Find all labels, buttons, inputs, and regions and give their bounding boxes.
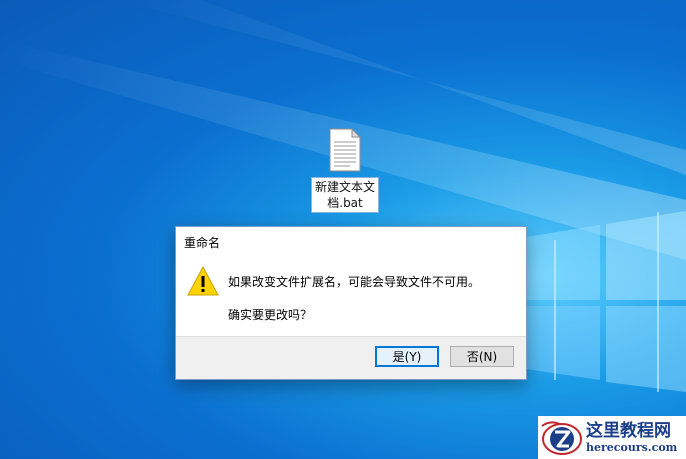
rename-dialog: 重命名 如果改变文件扩展名，可能会导致文件不可用。 确实要更改吗？ 是(Y) 否… xyxy=(175,226,527,380)
no-button[interactable]: 否(N) xyxy=(450,346,514,367)
site-logo-icon xyxy=(541,420,582,455)
text-file-icon xyxy=(329,128,362,172)
warning-icon xyxy=(187,265,219,296)
watermark-title: 这里教程网 xyxy=(586,420,671,441)
file-name-edit-field[interactable]: 新建文本文档.bat xyxy=(311,177,379,213)
dialog-question: 确实要更改吗？ xyxy=(228,308,313,322)
yes-button[interactable]: 是(Y) xyxy=(375,346,439,367)
desktop[interactable]: 新建文本文档.bat 重命名 如果改变文件扩展名，可能会导致文件不可用。 确实要… xyxy=(0,0,686,459)
watermark-url: herecours.com xyxy=(586,440,678,454)
dialog-title: 重命名 xyxy=(184,236,221,250)
site-watermark: 这里教程网 herecours.com xyxy=(538,416,686,459)
dialog-message: 如果改变文件扩展名，可能会导致文件不可用。 xyxy=(228,275,481,289)
dialog-footer: 是(Y) 否(N) xyxy=(176,336,526,379)
desktop-file-item[interactable]: 新建文本文档.bat xyxy=(307,128,383,213)
